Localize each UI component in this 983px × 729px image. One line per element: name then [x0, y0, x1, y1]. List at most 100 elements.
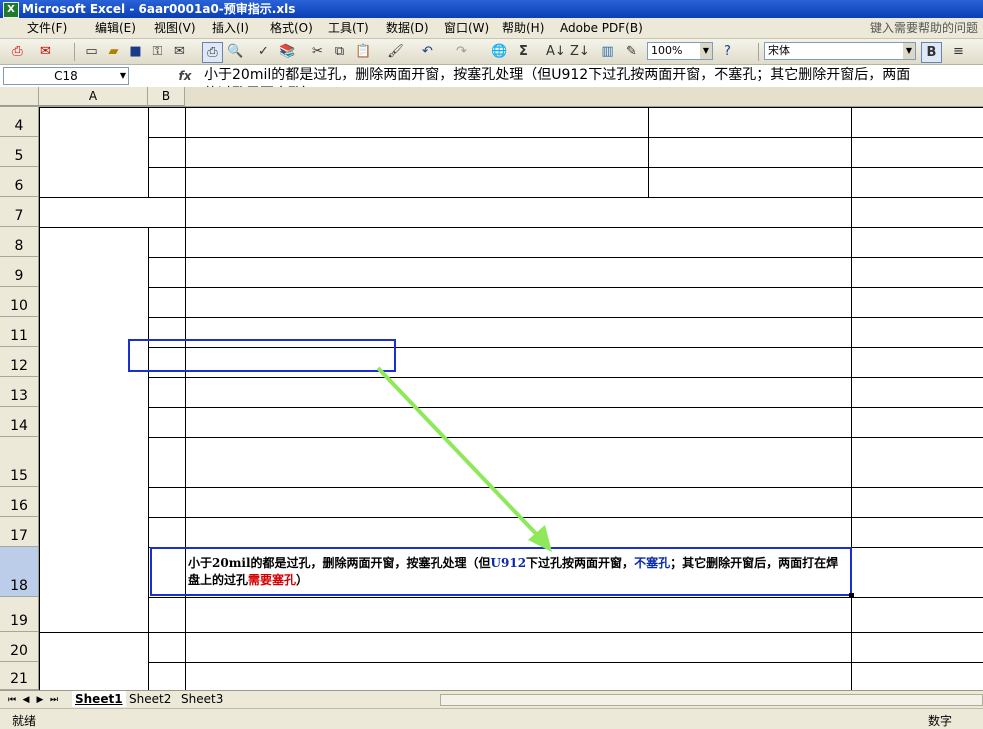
- step-number[interactable]: [148, 257, 185, 287]
- step-number[interactable]: [148, 597, 185, 632]
- name-box[interactable]: C18 ▼: [3, 67, 129, 85]
- row-header[interactable]: 6: [0, 167, 39, 197]
- step-number[interactable]: [148, 167, 185, 197]
- pdf-convert-icon[interactable]: ⎙: [8, 42, 27, 61]
- print-preview-icon[interactable]: 🔍: [226, 42, 245, 61]
- row-header[interactable]: 5: [0, 137, 39, 167]
- column-header-a[interactable]: A: [39, 87, 148, 106]
- select-all-corner[interactable]: [0, 87, 39, 106]
- copy-icon[interactable]: ⧉: [330, 42, 349, 61]
- row-header[interactable]: 9: [0, 257, 39, 287]
- sort-asc-icon[interactable]: A↓: [546, 42, 566, 61]
- row-header[interactable]: 12: [0, 347, 39, 377]
- menu-view[interactable]: 视图(V): [150, 20, 200, 37]
- print-icon[interactable]: ⎙: [202, 42, 223, 63]
- help-search-box[interactable]: 键入需要帮助的问题: [870, 20, 983, 37]
- chevron-down-icon[interactable]: ▼: [903, 43, 915, 59]
- step-number[interactable]: [148, 517, 185, 547]
- sheet-tab-1[interactable]: Sheet1: [72, 691, 126, 707]
- column-header-b[interactable]: B: [148, 87, 185, 106]
- chevron-down-icon[interactable]: ▼: [120, 68, 126, 84]
- step-number[interactable]: [148, 377, 185, 407]
- next-sheet-icon[interactable]: ▶: [34, 693, 46, 707]
- row-header[interactable]: 17: [0, 517, 39, 547]
- insert-function-icon[interactable]: fx: [173, 67, 197, 85]
- format-painter-icon[interactable]: 🖌: [386, 42, 405, 61]
- row-header[interactable]: 8: [0, 227, 39, 257]
- permission-icon[interactable]: ⚿: [148, 42, 167, 61]
- row-header[interactable]: 7: [0, 197, 39, 227]
- hyperlink-icon[interactable]: 🌐: [490, 42, 509, 61]
- redo-icon[interactable]: ↷: [452, 42, 471, 61]
- step-number[interactable]: [148, 137, 185, 167]
- first-sheet-icon[interactable]: ⏮: [6, 693, 18, 707]
- menu-file[interactable]: 文件(F): [23, 20, 71, 37]
- menu-edit[interactable]: 编辑(E): [91, 20, 140, 37]
- row-header[interactable]: 15: [0, 437, 39, 487]
- grid-line: [148, 487, 983, 488]
- drawing-icon[interactable]: ✎: [622, 42, 641, 61]
- grid-line: [648, 107, 649, 197]
- menu-tools[interactable]: 工具(T): [324, 20, 373, 37]
- row-number: 10: [10, 298, 28, 314]
- menu-format[interactable]: 格式(O): [266, 20, 317, 37]
- undo-icon[interactable]: ↶: [418, 42, 437, 61]
- row-header[interactable]: 11: [0, 317, 39, 347]
- chart-wizard-icon[interactable]: ▥: [598, 42, 617, 61]
- new-icon[interactable]: ▭: [82, 42, 101, 61]
- menu-window[interactable]: 窗口(W): [440, 20, 493, 37]
- sort-desc-icon[interactable]: Z↓: [570, 42, 590, 61]
- align-icon[interactable]: ≡: [949, 42, 968, 61]
- prev-sheet-icon[interactable]: ◀: [20, 693, 32, 707]
- step-number[interactable]: [148, 487, 185, 517]
- menu-data[interactable]: 数据(D): [382, 20, 433, 37]
- open-icon[interactable]: ▰: [104, 42, 123, 61]
- sheet-tab-3[interactable]: Sheet3: [178, 691, 226, 707]
- research-icon[interactable]: 📚: [278, 42, 297, 61]
- zoom-select[interactable]: 100% ▼: [647, 42, 713, 60]
- step-number[interactable]: [148, 632, 185, 662]
- row-number: 12: [10, 358, 28, 374]
- paste-icon[interactable]: 📋: [354, 42, 373, 61]
- step-number[interactable]: [148, 227, 185, 257]
- step-number[interactable]: [148, 662, 185, 690]
- chevron-down-icon[interactable]: ▼: [700, 43, 712, 59]
- help-icon[interactable]: ?: [718, 42, 737, 61]
- grid-line: [148, 167, 983, 168]
- column-header-c[interactable]: [185, 87, 983, 106]
- fill-handle[interactable]: [849, 593, 854, 598]
- row-header[interactable]: 10: [0, 287, 39, 317]
- sheet-tab-2[interactable]: Sheet2: [126, 691, 174, 707]
- menu-bar: 文件(F) 编辑(E) 视图(V) 插入(I) 格式(O) 工具(T) 数据(D…: [0, 18, 983, 39]
- row-number: 13: [10, 388, 28, 404]
- grid-line: [39, 227, 983, 228]
- pdf-email-icon[interactable]: ✉: [36, 42, 55, 61]
- menu-insert[interactable]: 插入(I): [208, 20, 253, 37]
- row-header[interactable]: 13: [0, 377, 39, 407]
- excel-icon[interactable]: X: [3, 2, 19, 18]
- step-number[interactable]: [148, 287, 185, 317]
- autosum-icon[interactable]: Σ: [514, 42, 533, 61]
- row-header[interactable]: 19: [0, 597, 39, 632]
- bold-button[interactable]: B: [921, 42, 942, 63]
- font-name-select[interactable]: 宋体 ▼: [764, 42, 916, 60]
- last-sheet-icon[interactable]: ⏭: [48, 693, 60, 707]
- save-icon[interactable]: ■: [126, 42, 145, 61]
- row-header[interactable]: 16: [0, 487, 39, 517]
- row-header[interactable]: 4: [0, 107, 39, 137]
- step-number[interactable]: [148, 407, 185, 437]
- email-icon[interactable]: ✉: [170, 42, 189, 61]
- spelling-icon[interactable]: ✓: [254, 42, 273, 61]
- menu-help[interactable]: 帮助(H): [498, 20, 548, 37]
- horizontal-scrollbar[interactable]: [440, 694, 983, 706]
- cut-icon[interactable]: ✂: [308, 42, 327, 61]
- row-header[interactable]: 20: [0, 632, 39, 662]
- step-number[interactable]: [148, 107, 185, 137]
- process-flow-label[interactable]: [39, 197, 185, 227]
- step-number[interactable]: [148, 437, 185, 487]
- row-header[interactable]: 21: [0, 662, 39, 690]
- menu-adobe-pdf[interactable]: Adobe PDF(B): [556, 20, 647, 37]
- row-header[interactable]: 14: [0, 407, 39, 437]
- cam-instructions-label[interactable]: [39, 227, 148, 632]
- row-header[interactable]: 18: [0, 547, 39, 597]
